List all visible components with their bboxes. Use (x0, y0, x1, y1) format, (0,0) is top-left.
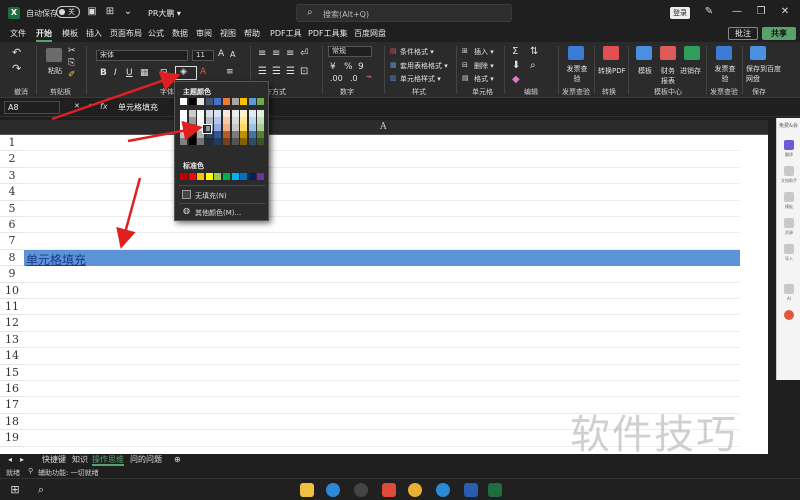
prev-sheet-icon[interactable]: ◂ (8, 454, 12, 466)
sheet-tab-questions[interactable]: 问的问题 (130, 454, 162, 466)
accessibility-icon: ⚲ (28, 467, 34, 475)
next-sheet-icon[interactable]: ▸ (20, 454, 24, 466)
edge-icon[interactable] (326, 483, 340, 497)
sheet-tab-knowledge[interactable]: 知识 (72, 454, 88, 466)
watermark-text: 软件技巧 (570, 412, 738, 458)
start-icon[interactable]: ⊞ (8, 483, 22, 497)
search-taskbar-icon[interactable]: ⌕ (34, 483, 48, 497)
status-ready: 就绪 (6, 469, 20, 477)
add-sheet-icon[interactable]: ⊕ (174, 454, 181, 466)
sheet-tab-thinking[interactable]: 操作思维 (92, 454, 124, 466)
arrow-to-swatch (127, 120, 203, 143)
taskbar: ⊞ ⌕ (0, 478, 800, 500)
arrow-to-cell (116, 177, 142, 249)
status-accessibility[interactable]: 辅助功能: 一切就绪 (38, 468, 99, 478)
qq-icon[interactable] (354, 483, 368, 497)
app-red-icon[interactable] (382, 483, 396, 497)
chrome-icon[interactable] (408, 483, 422, 497)
status-bar: 就绪 ⚲ 辅助功能: 一切就绪 (0, 466, 800, 478)
excel-taskbar-icon[interactable] (488, 483, 502, 497)
sheet-tab-shortcut[interactable]: 快捷键 (42, 454, 66, 466)
edge-2-icon[interactable] (436, 483, 450, 497)
word-icon[interactable] (464, 483, 478, 497)
arrow-to-fill-button (51, 71, 181, 121)
file-explorer-icon[interactable] (300, 483, 314, 497)
